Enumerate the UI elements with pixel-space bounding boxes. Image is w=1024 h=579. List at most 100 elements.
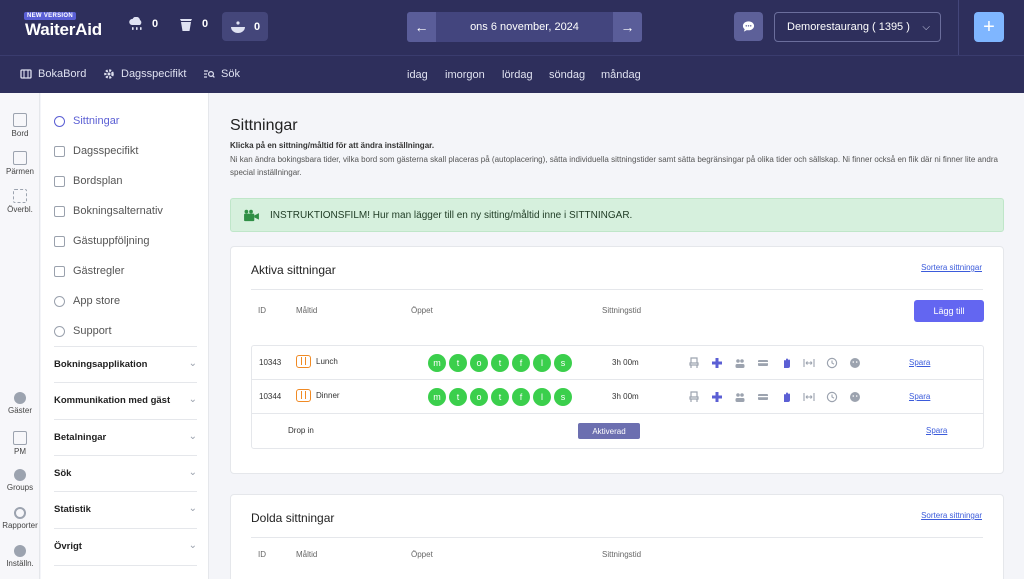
waiteraid-logo[interactable]: NEW VERSION WaiterAid <box>24 12 102 42</box>
sidebar-item-support[interactable]: Support <box>54 325 112 337</box>
sidebar-group-sok[interactable]: Sök ⌄ <box>54 467 197 479</box>
day-toggle[interactable]: m <box>428 388 446 406</box>
day-link-lordag[interactable]: lördag <box>502 69 533 81</box>
day-toggle[interactable]: o <box>470 354 488 372</box>
sidebar-item-dagsspecifikt[interactable]: Dagsspecifikt <box>54 145 138 157</box>
add-seating-button[interactable]: Lägg till <box>914 300 984 322</box>
chair-icon[interactable] <box>687 356 701 370</box>
save-link[interactable]: Spara <box>909 392 930 401</box>
table-row[interactable]: 10344 Dinner m t o t f l s 3h 00m Spara <box>252 380 983 414</box>
day-toggle[interactable]: t <box>449 388 467 406</box>
restaurant-select[interactable]: Demorestaurang ( 1395 ) ⌵ <box>774 12 941 42</box>
guests-icon <box>14 392 26 404</box>
column-header-oppet: Öppet <box>411 550 433 559</box>
rail-rapporter[interactable]: Rapporter <box>0 507 40 530</box>
groups-icon <box>14 469 26 481</box>
sidebar-item-label: Support <box>73 325 112 337</box>
nav-sok-label: Sök <box>221 68 240 80</box>
gear-icon <box>14 545 26 557</box>
width-icon[interactable] <box>802 356 816 370</box>
day-link-mandag[interactable]: måndag <box>601 69 641 81</box>
nav-sok[interactable]: Sök <box>203 68 240 80</box>
day-toggle[interactable]: s <box>554 354 572 372</box>
meal-cell[interactable]: Dinner <box>296 389 340 402</box>
meal-cell[interactable]: Lunch <box>296 355 338 368</box>
day-toggle[interactable]: l <box>533 354 551 372</box>
sidebar-item-gastuppfoljning[interactable]: Gästuppföljning <box>54 235 149 247</box>
weather-counter[interactable]: 0 <box>128 17 158 31</box>
rail-groups[interactable]: Groups <box>0 469 40 492</box>
rail-bord[interactable]: Bord <box>0 113 40 138</box>
clock-icon[interactable] <box>825 390 839 404</box>
day-toggle[interactable]: t <box>491 354 509 372</box>
face-icon[interactable] <box>848 390 862 404</box>
table-row[interactable]: 10343 Lunch m t o t f l s 3h 00m Spara <box>252 346 983 380</box>
column-header-sittningstid: Sittningstid <box>602 306 642 315</box>
day-toggle[interactable]: s <box>554 388 572 406</box>
rail-installn[interactable]: Inställn. <box>0 545 40 568</box>
rail-groups-label: Groups <box>6 483 34 492</box>
day-toggle[interactable]: f <box>512 354 530 372</box>
day-toggle[interactable]: l <box>533 388 551 406</box>
rail-parmen[interactable]: Pärmen <box>0 151 40 176</box>
dropin-save-link[interactable]: Spara <box>926 426 947 435</box>
card-icon[interactable] <box>756 356 770 370</box>
page-description: Ni kan ändra bokingsbara tider, vilka bo… <box>230 155 998 177</box>
day-toggle[interactable]: m <box>428 354 446 372</box>
table-layout-icon[interactable] <box>710 390 724 404</box>
rail-gaster[interactable]: Gäster <box>0 392 40 415</box>
rail-overbl[interactable]: Överbl. <box>0 189 40 214</box>
day-link-idag[interactable]: idag <box>407 69 428 81</box>
width-icon[interactable] <box>802 390 816 404</box>
sidebar-group-betalningar[interactable]: Betalningar ⌄ <box>54 431 197 443</box>
nav-dagsspecifikt[interactable]: Dagsspecifikt <box>103 68 186 80</box>
apps-icon <box>54 295 65 307</box>
rail-pm[interactable]: PM <box>0 431 40 456</box>
sidebar-group-kommunikation[interactable]: Kommunikation med gäst ⌄ <box>54 394 197 406</box>
food-bowl-icon <box>230 20 245 33</box>
instruction-video-alert[interactable]: INSTRUKTIONSFILM! Hur man lägger till en… <box>230 198 1004 232</box>
day-toggle[interactable]: o <box>470 388 488 406</box>
day-toggle[interactable]: t <box>491 388 509 406</box>
sidebar-item-sittningar[interactable]: Sittningar <box>54 115 119 127</box>
rail-pm-label: PM <box>14 447 26 456</box>
day-toggle[interactable]: f <box>512 388 530 406</box>
card-icon[interactable] <box>756 390 770 404</box>
dropin-status-badge[interactable]: Aktiverad <box>578 423 640 439</box>
sidebar-item-bordsplan[interactable]: Bordsplan <box>54 175 123 187</box>
day-toggle[interactable]: t <box>449 354 467 372</box>
hand-icon[interactable] <box>779 390 793 404</box>
clock-icon[interactable] <box>825 356 839 370</box>
active-seatings-card: Aktiva sittningar Sortera sittningar ID … <box>230 246 1004 474</box>
day-link-sondag[interactable]: söndag <box>549 69 585 81</box>
sidebar-item-app-store[interactable]: App store <box>54 295 120 307</box>
hand-icon[interactable] <box>779 356 793 370</box>
chat-button[interactable] <box>734 12 763 41</box>
save-link[interactable]: Spara <box>909 358 930 367</box>
sidebar-group-bokningsapplikation[interactable]: Bokningsapplikation ⌄ <box>54 358 197 370</box>
food-counter[interactable]: 0 <box>222 12 268 41</box>
sidebar-item-bokningsalternativ[interactable]: Bokningsalternativ <box>54 205 163 217</box>
face-icon[interactable] <box>848 356 862 370</box>
add-booking-button[interactable]: + <box>974 12 1004 42</box>
settings-sidebar: Sittningar Dagsspecifikt Bordsplan Bokni… <box>41 93 209 579</box>
current-date[interactable]: ons 6 november, 2024 <box>436 12 613 42</box>
takeaway-counter[interactable]: 0 <box>178 17 208 31</box>
nav-bokabord[interactable]: BokaBord <box>20 68 86 80</box>
group-icon[interactable] <box>733 356 747 370</box>
sidebar-group-label: Bokningsapplikation <box>54 359 148 370</box>
chair-icon[interactable] <box>687 390 701 404</box>
table-layout-icon[interactable] <box>710 356 724 370</box>
next-day-button[interactable]: → <box>613 12 642 42</box>
day-link-imorgon[interactable]: imorgon <box>445 69 485 81</box>
group-icon[interactable] <box>733 390 747 404</box>
previous-day-button[interactable]: ← <box>407 12 436 42</box>
sidebar-item-gastregler[interactable]: Gästregler <box>54 265 124 277</box>
chevron-down-icon: ⌄ <box>188 394 197 405</box>
sidebar-group-statistik[interactable]: Statistik ⌄ <box>54 503 197 515</box>
sort-hidden-seatings-link[interactable]: Sortera sittningar <box>921 511 982 520</box>
chevron-down-icon: ⌄ <box>188 358 197 369</box>
sort-seatings-link[interactable]: Sortera sittningar <box>921 263 982 272</box>
sidebar-group-ovrigt[interactable]: Övrigt ⌄ <box>54 540 197 552</box>
chevron-down-icon: ⌵ <box>922 22 930 33</box>
